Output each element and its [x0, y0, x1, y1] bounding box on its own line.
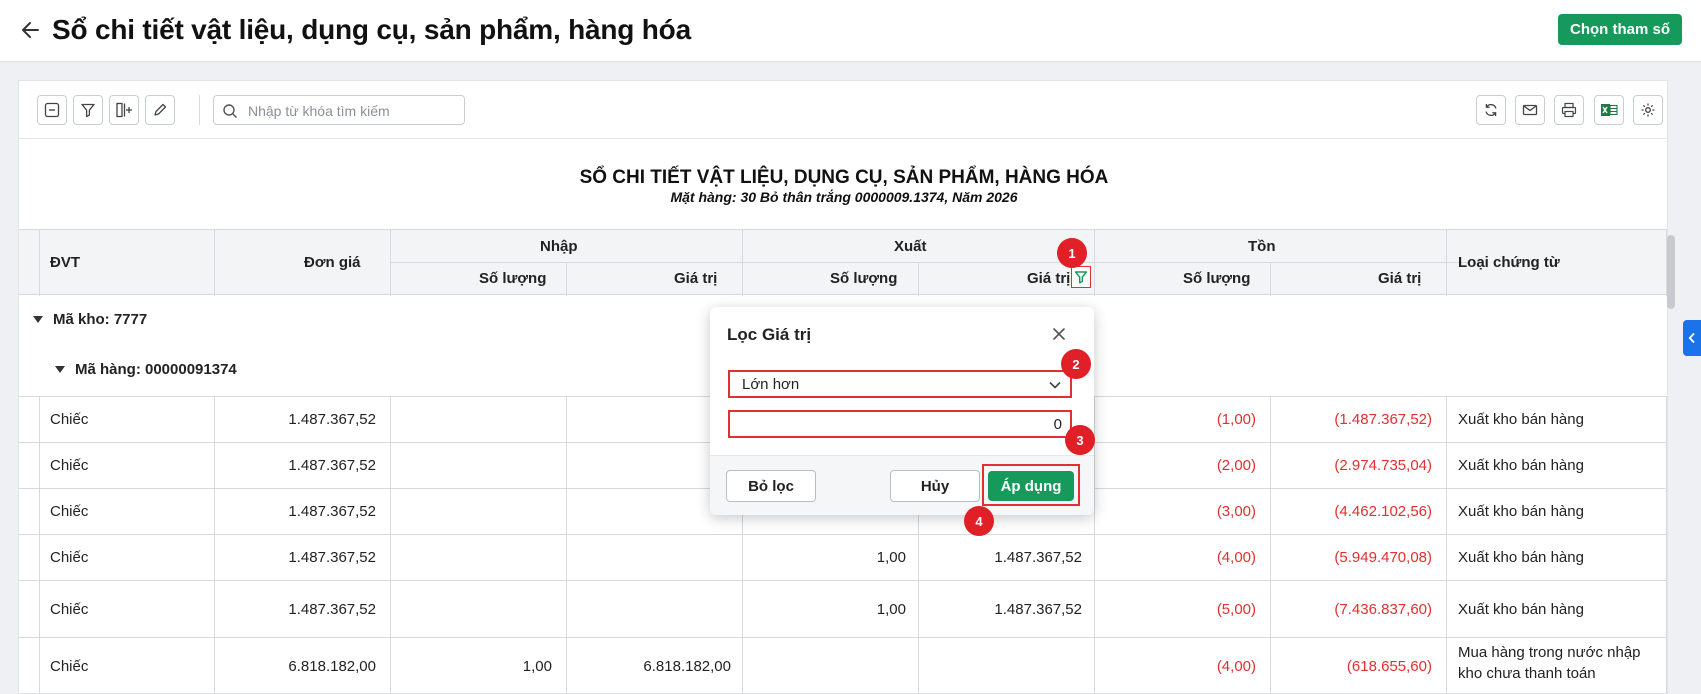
step-badge-4: 4: [964, 506, 994, 536]
vertical-scrollbar[interactable]: [1667, 235, 1675, 309]
group-label-kho: Mã kho: 7777: [53, 311, 148, 328]
search-input[interactable]: [248, 102, 458, 120]
collapse-icon[interactable]: [37, 95, 67, 125]
step-badge-2: 2: [1061, 349, 1091, 379]
cell-nhap-gt: 6.818.182,00: [643, 658, 731, 675]
operator-value: Lớn hơn: [742, 376, 800, 393]
cell-dvt: Chiếc: [50, 457, 89, 474]
table-row[interactable]: Chiếc 1.487.367,52 1,00 1.487.367,52 (5,00) (…: [19, 580, 1667, 638]
cell-don-gia: 1.487.367,52: [288, 457, 376, 474]
cell-ton-sl: (4,00): [1216, 549, 1256, 566]
close-icon[interactable]: [1050, 325, 1068, 343]
header-xuat-gia-tri[interactable]: Giá trị: [1027, 270, 1070, 287]
cell-ton-gt: (7.436.837,60): [1334, 601, 1432, 618]
header-nhap-so-luong[interactable]: Số lượng: [479, 270, 546, 287]
cell-don-gia: 1.487.367,52: [288, 411, 376, 428]
filter-icon[interactable]: [73, 95, 103, 125]
cell-dvt: Chiếc: [50, 549, 89, 566]
cell-xuat-gt: 1.487.367,52: [994, 601, 1082, 618]
cell-ton-sl: (5,00): [1216, 601, 1256, 618]
filter-value-input[interactable]: [728, 410, 1072, 438]
header-don-gia[interactable]: Đơn giá: [304, 254, 361, 271]
table-row[interactable]: Chiếc 6.818.182,00 1,00 6.818.182,00 (4,00) (…: [19, 637, 1667, 693]
cell-xuat-sl: 1,00: [876, 601, 906, 618]
cell-ton-sl: (4,00): [1216, 658, 1256, 675]
search-icon: [223, 104, 237, 118]
group-label-hang: Mã hàng: 00000091374: [75, 361, 237, 378]
expand-caret-icon[interactable]: [33, 316, 43, 323]
cell-xuat-sl: 1,00: [876, 549, 906, 566]
clear-filter-button[interactable]: Bỏ lọc: [726, 470, 816, 502]
print-icon[interactable]: [1554, 95, 1584, 125]
header-ton-so-luong[interactable]: Số lượng: [1183, 270, 1250, 287]
cell-ton-sl: (2,00): [1216, 457, 1256, 474]
cell-don-gia: 6.818.182,00: [288, 658, 376, 675]
cell-dvt: Chiếc: [50, 411, 89, 428]
edit-icon[interactable]: [145, 95, 175, 125]
header-dvt[interactable]: ĐVT: [50, 254, 80, 271]
cancel-button[interactable]: Hủy: [890, 470, 980, 502]
table-header: ĐVT Đơn giá Nhập Xuất Tồn Số lượng Giá t…: [19, 229, 1667, 296]
header-nhap: Nhập: [540, 238, 578, 255]
toolbar-divider: [199, 95, 200, 125]
settings-icon[interactable]: [1633, 95, 1663, 125]
chevron-down-icon: [1049, 381, 1061, 389]
cell-ton-gt: (1.487.367,52): [1334, 411, 1432, 428]
report-subtitle: Mặt hàng: 30 Bỏ thân trắng 0000009.1374,…: [670, 189, 1018, 205]
chevron-left-icon: [1688, 332, 1695, 344]
cell-dvt: Chiếc: [50, 503, 89, 520]
header-xuat: Xuất: [894, 238, 927, 255]
cell-loai: Xuất kho bán hàng: [1458, 503, 1584, 520]
choose-params-button[interactable]: Chọn tham số: [1558, 14, 1682, 45]
cell-ton-sl: (1,00): [1216, 411, 1256, 428]
step-badge-3: 3: [1065, 425, 1095, 455]
side-panel-toggle[interactable]: [1683, 320, 1701, 356]
cell-don-gia: 1.487.367,52: [288, 503, 376, 520]
cell-don-gia: 1.487.367,52: [288, 549, 376, 566]
cell-loai: Xuất kho bán hàng: [1458, 549, 1584, 566]
column-filter-icon[interactable]: [1071, 266, 1091, 288]
cell-loai: Mua hàng trong nước nhập kho chưa thanh …: [1458, 644, 1641, 682]
cell-dvt: Chiếc: [50, 658, 89, 675]
header-nhap-gia-tri[interactable]: Giá trị: [674, 270, 717, 287]
filter-popup: Lọc Giá trị Lớn hơn Bỏ lọc Hủy Áp dụng: [710, 307, 1094, 515]
header-xuat-so-luong[interactable]: Số lượng: [830, 270, 897, 287]
apply-button[interactable]: Áp dụng: [988, 471, 1074, 501]
excel-icon[interactable]: [1594, 95, 1624, 125]
cell-loai: Xuất kho bán hàng: [1458, 601, 1584, 618]
report-title: SỔ CHI TIẾT VẬT LIỆU, DỤNG CỤ, SẢN PHẨM,…: [579, 167, 1109, 188]
header-ton-gia-tri[interactable]: Giá trị: [1378, 270, 1421, 287]
toolbar: [19, 81, 1667, 139]
back-arrow-icon[interactable]: [18, 17, 44, 43]
cell-don-gia: 1.487.367,52: [288, 601, 376, 618]
cell-ton-sl: (3,00): [1216, 503, 1256, 520]
cell-ton-gt: (618.655,60): [1346, 658, 1432, 675]
header-ton: Tồn: [1248, 238, 1276, 255]
operator-select[interactable]: Lớn hơn: [728, 370, 1072, 398]
cell-ton-gt: (5.949.470,08): [1334, 549, 1432, 566]
add-column-icon[interactable]: [109, 95, 139, 125]
mail-icon[interactable]: [1515, 95, 1545, 125]
refresh-icon[interactable]: [1476, 95, 1506, 125]
step-badge-1: 1: [1057, 238, 1087, 268]
page-title: Sổ chi tiết vật liệu, dụng cụ, sản phẩm,…: [52, 14, 691, 45]
cell-loai: Xuất kho bán hàng: [1458, 411, 1584, 428]
cell-dvt: Chiếc: [50, 601, 89, 618]
header-loai-chung-tu[interactable]: Loại chứng từ: [1458, 254, 1560, 271]
table-row[interactable]: Chiếc 1.487.367,52 1,00 1.487.367,52 (4,00) (…: [19, 534, 1667, 581]
popup-title: Lọc Giá trị: [727, 325, 812, 344]
cell-loai: Xuất kho bán hàng: [1458, 457, 1584, 474]
cell-ton-gt: (2.974.735,04): [1334, 457, 1432, 474]
search-box[interactable]: [213, 95, 465, 125]
cell-xuat-gt: 1.487.367,52: [994, 549, 1082, 566]
cell-ton-gt: (4.462.102,56): [1334, 503, 1432, 520]
expand-caret-icon[interactable]: [55, 366, 65, 373]
page-header: Sổ chi tiết vật liệu, dụng cụ, sản phẩm,…: [0, 0, 1701, 62]
cell-nhap-sl: 1,00: [522, 658, 552, 675]
